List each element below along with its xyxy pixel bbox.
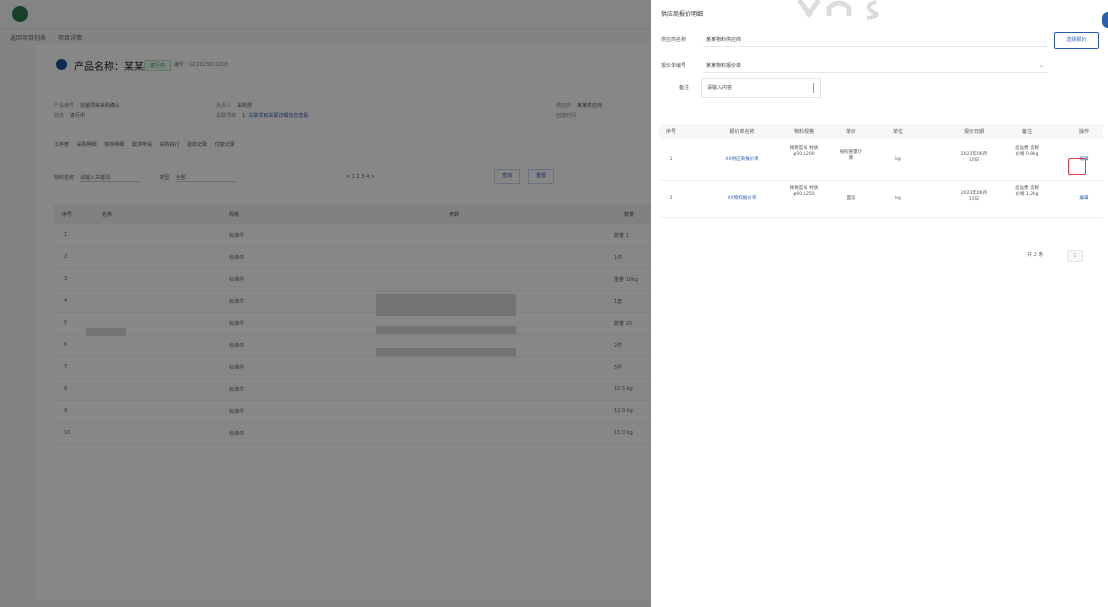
table-row[interactable]: 2 XX物料报价单 规格型号 材质 φ60 L250 面议 kg 2023年06… xyxy=(659,181,1103,218)
chevron-down-icon[interactable]: ⌄ xyxy=(1039,62,1044,69)
quote-name-link[interactable]: XX物料报价单 xyxy=(712,196,772,202)
quote-no-label: 报价单编号 xyxy=(661,63,687,69)
watermark-icon xyxy=(797,0,879,20)
text-cursor xyxy=(813,83,814,93)
edit-button-highlight[interactable] xyxy=(1068,158,1086,175)
table-row[interactable]: 1 XX供应商报价单 规格型号 材质 φ50 L200 按照重量计算 kg 20… xyxy=(659,140,1103,181)
drawer-title: 供应商报价明细 xyxy=(661,11,704,18)
remark-placeholder: 请输入内容 xyxy=(707,85,733,91)
remark-label: 备注 xyxy=(679,85,690,91)
quote-no-select[interactable]: 某某物料报价单 xyxy=(706,62,741,69)
detail-drawer: 供应商报价明细 供应商名称 某某物料供应商 选择报价 报价单编号 某某物料报价单… xyxy=(651,0,1108,607)
supplier-label: 供应商名称 xyxy=(661,37,687,43)
pagination-page[interactable]: 1 xyxy=(1067,250,1083,262)
quote-name-link[interactable]: XX供应商报价单 xyxy=(712,157,772,163)
floating-help-button[interactable] xyxy=(1102,12,1108,28)
edit-button[interactable]: 编辑 xyxy=(1080,196,1089,202)
supplier-field[interactable]: 某某物料供应商 xyxy=(706,36,741,43)
quote-table-header: 序号 报价单名称 物料规格 单价 单位 报价日期 备注 操作 xyxy=(659,124,1103,139)
modal-overlay[interactable] xyxy=(0,0,651,607)
pagination-total: 共 2 条 xyxy=(1027,252,1044,258)
select-quote-button[interactable]: 选择报价 xyxy=(1054,32,1099,49)
background-app: 返回项目列表 项目详情 产品名称：某某项目 进行中 编号：GC202301020… xyxy=(0,0,651,607)
